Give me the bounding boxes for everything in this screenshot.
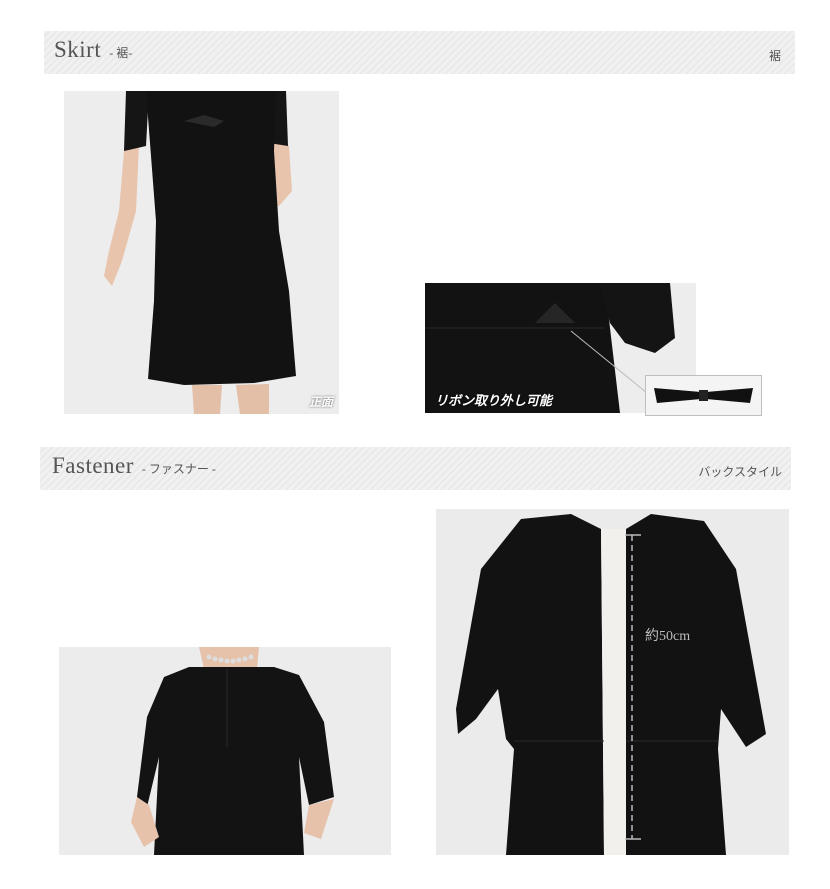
ribbon-icon xyxy=(654,388,753,403)
dress-front-image xyxy=(64,91,339,414)
zipper-detail-photo: 約50cm xyxy=(436,509,789,855)
dress-front-photo: 正面 xyxy=(64,91,339,414)
section-header-skirt: Skirt - 裾- 裾 xyxy=(44,31,795,74)
section-right-label: バックスタイル xyxy=(698,465,782,479)
section-title: Skirt - 裾- xyxy=(54,37,132,63)
dress-back-photo xyxy=(59,647,391,855)
section-title-text: Fastener xyxy=(52,453,134,478)
zipper-detail-image xyxy=(436,509,789,855)
section-header-fastener: Fastener - ファスナー - バックスタイル xyxy=(40,447,791,490)
dress-back-image xyxy=(59,647,391,855)
section-subtitle: - 裾- xyxy=(109,46,133,60)
section-title: Fastener - ファスナー - xyxy=(52,453,216,479)
photo-caption-ribbon: リボン取り外し可能 xyxy=(435,394,553,409)
section-title-text: Skirt xyxy=(54,37,102,62)
section-right-label: 裾 xyxy=(768,49,781,63)
photo-caption-front: 正面 xyxy=(308,395,333,409)
ribbon-inset xyxy=(645,375,762,416)
zipper-length-label: 約50cm xyxy=(645,629,691,644)
section-subtitle: - ファスナー - xyxy=(141,462,216,476)
